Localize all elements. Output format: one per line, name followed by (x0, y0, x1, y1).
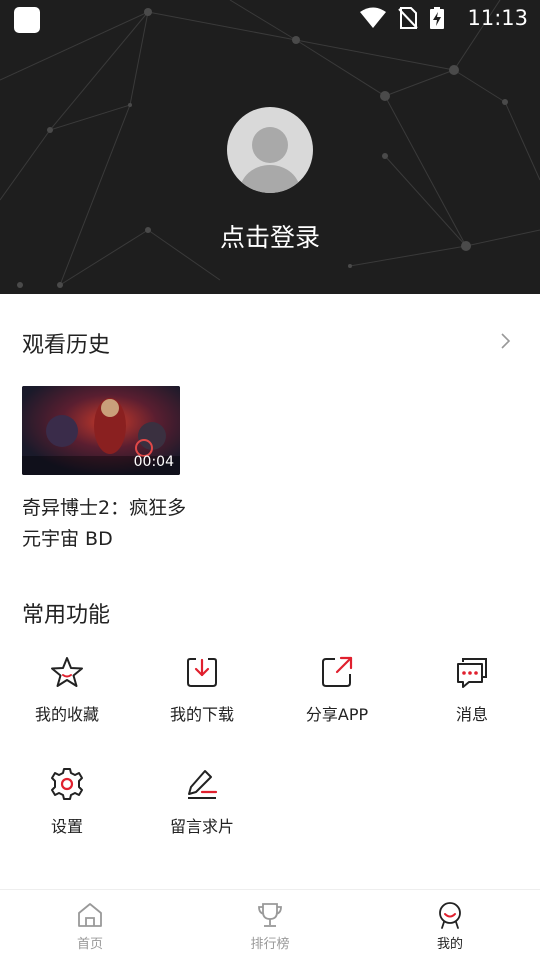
feature-label: 留言求片 (169, 817, 234, 836)
message-icon (457, 658, 487, 688)
status-time: 11:13 (467, 6, 528, 30)
star-icon (51, 657, 83, 687)
feature-label: 分享APP (305, 705, 369, 724)
tab-label: 首页 (76, 937, 103, 952)
gear-icon (51, 768, 83, 800)
profile-icon (439, 902, 461, 929)
feature-label: 我的收藏 (34, 705, 99, 724)
chevron-right-icon[interactable] (496, 330, 516, 352)
request-movie-button[interactable]: 留言求片 (137, 767, 267, 837)
settings-button[interactable]: 设置 (2, 767, 132, 837)
video-duration: 00:04 (133, 454, 174, 470)
app-notification-icon (14, 7, 40, 33)
tab-mine[interactable]: 我的 (360, 890, 540, 960)
downloads-button[interactable]: 我的下载 (137, 655, 267, 725)
feature-label: 我的下载 (169, 705, 234, 724)
status-bar: 11:13 (0, 0, 540, 36)
login-link[interactable]: 点击登录 (0, 218, 540, 254)
favorites-button[interactable]: 我的收藏 (2, 655, 132, 725)
download-icon (187, 658, 217, 687)
avatar[interactable] (227, 107, 313, 193)
share-icon (322, 656, 353, 687)
feature-label: 设置 (50, 817, 83, 836)
tab-label: 排行榜 (250, 937, 290, 952)
video-title[interactable]: 奇异博士2：疯狂多元宇宙 BD (22, 493, 192, 555)
no-sim-icon (398, 7, 418, 29)
edit-icon (188, 770, 218, 799)
battery-charging-icon (430, 7, 444, 29)
user-avatar-icon (240, 127, 300, 193)
history-title: 观看历史 (22, 333, 111, 358)
home-icon (78, 903, 102, 927)
tab-ranking[interactable]: 排行榜 (180, 890, 360, 960)
history-thumbnail[interactable]: 00:04 (22, 386, 180, 475)
profile-header: 11:13 点击登录 (0, 0, 540, 294)
trophy-icon (258, 903, 282, 927)
share-app-button[interactable]: 分享APP (272, 655, 402, 725)
features-title: 常用功能 (22, 603, 111, 628)
feature-label: 消息 (455, 705, 488, 724)
bottom-nav: 首页 排行榜 我的 (0, 889, 540, 960)
tab-label: 我的 (436, 937, 463, 952)
tab-home[interactable]: 首页 (0, 890, 180, 960)
messages-button[interactable]: 消息 (407, 655, 537, 725)
wifi-icon (360, 7, 386, 28)
